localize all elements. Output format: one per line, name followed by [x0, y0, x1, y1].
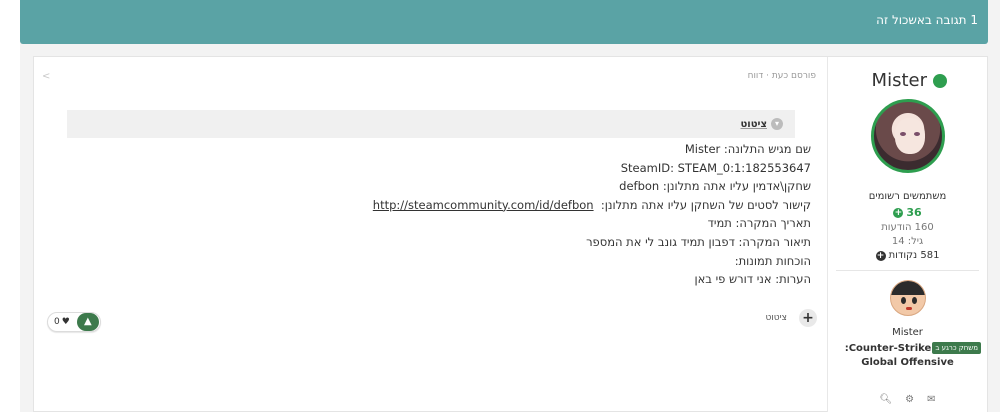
user-group: משתמשים רשומים — [868, 191, 947, 202]
quote-line-label: קישור לסטים של השחקן עליו אתה מתלונן: — [600, 197, 811, 212]
avatar-face — [895, 118, 925, 154]
avatar[interactable] — [871, 99, 945, 173]
reputation-plus-icon: + — [893, 207, 904, 218]
quote-line: תאריך המקרה: תמיד — [707, 216, 811, 231]
chevron-down-icon[interactable]: ▾ — [771, 118, 783, 130]
game-avatar-icon — [890, 280, 926, 316]
online-status-icon — [933, 73, 947, 88]
replies-count-title: 1 תגובה באשכול זה — [876, 13, 978, 27]
game-name-line2: Global Offensive — [861, 357, 954, 368]
points: 581 נקודות + — [828, 250, 987, 261]
steam-profile-link[interactable]: http://steamcommunity.com/id/defbon — [373, 198, 594, 212]
game-status-row: משחק כרגע ב Counter-Strike: — [845, 342, 981, 354]
game-name-line1: Counter-Strike: — [844, 342, 932, 354]
quote-line: הערות: אני דורש פי באן — [694, 272, 811, 287]
quote-button[interactable]: ציטוט — [766, 313, 787, 323]
quote-line: הוכחות תמונות: — [734, 253, 811, 268]
report-link[interactable]: דווח — [748, 71, 764, 81]
post-meta: פורסם כעת · דווח — [748, 71, 816, 81]
posted-time: פורסם כעת — [771, 71, 816, 81]
game-avatar-eye — [912, 297, 917, 304]
multiquote-plus-button[interactable]: + — [799, 309, 817, 327]
share-icon[interactable]: < — [42, 71, 50, 82]
quote-line: קישור לסטים של השחקן עליו אתה מתלונן: ht… — [111, 196, 811, 215]
left-gutter — [0, 0, 20, 412]
game-username: Mister — [892, 327, 923, 338]
heart-icon: ♥ — [61, 317, 70, 327]
author-divider — [836, 270, 979, 271]
post-container: Mister משתמשים רשומים 36 + 160 הודעות גי… — [33, 56, 988, 412]
quote-label: ציטוט — [740, 118, 768, 130]
quote-body: שם מגיש התלונה: Mister SteamID: STEAM_0:… — [111, 140, 811, 289]
author-name[interactable]: Mister — [872, 70, 927, 91]
user-age: גיל: 14 — [891, 236, 924, 247]
post-actions: + ציטוט — [766, 309, 817, 327]
upvote-button[interactable]: ▲ — [76, 313, 99, 331]
avatar-eye — [900, 132, 906, 136]
avatar-eye — [914, 132, 920, 136]
game-avatar-mouth — [906, 307, 912, 310]
quote-header: ▾ ציטוט — [67, 110, 795, 138]
reputation-value: 36 — [906, 206, 922, 219]
reputation: 36 + — [828, 206, 987, 219]
topic-header-bar: 1 תגובה באשכול זה — [20, 0, 988, 44]
game-avatar-hair — [891, 281, 925, 295]
author-panel: Mister משתמשים רשומים 36 + 160 הודעות גי… — [827, 57, 987, 412]
like-count[interactable]: 0 ♥ — [48, 317, 76, 327]
quote-line: תיאור המקרה: דפבון תמיד גונב לי את המספר — [586, 234, 811, 249]
playing-now-badge: משחק כרגע ב — [932, 342, 981, 354]
envelope-icon[interactable]: ✉ — [927, 394, 935, 405]
quote-line: שחקן\אדמין עליו אתה מתלונן: defbon — [619, 179, 811, 194]
points-value: 581 נקודות — [888, 250, 940, 261]
search-icon[interactable]: 🔍︎ — [879, 394, 892, 405]
posts-count: 160 הודעות — [881, 222, 934, 233]
author-actions: 🔍︎ ⚙ ✉ — [828, 394, 987, 405]
quote-line: שם מגיש התלונה: Mister — [684, 142, 811, 156]
quote-line: SteamID: STEAM_0:1:182553647 — [620, 160, 811, 175]
meta-separator: · — [763, 71, 772, 81]
like-count-value: 0 — [54, 317, 60, 327]
steam-icon[interactable]: ⚙ — [905, 394, 914, 405]
author-name-row: Mister — [872, 70, 947, 91]
game-avatar-eye — [901, 297, 906, 304]
points-plus-icon: + — [875, 250, 886, 261]
reactions-bar: 0 ♥ ▲ — [47, 312, 101, 332]
page: 1 תגובה באשכול זה Mister משתמשים רשומים … — [0, 0, 1000, 412]
